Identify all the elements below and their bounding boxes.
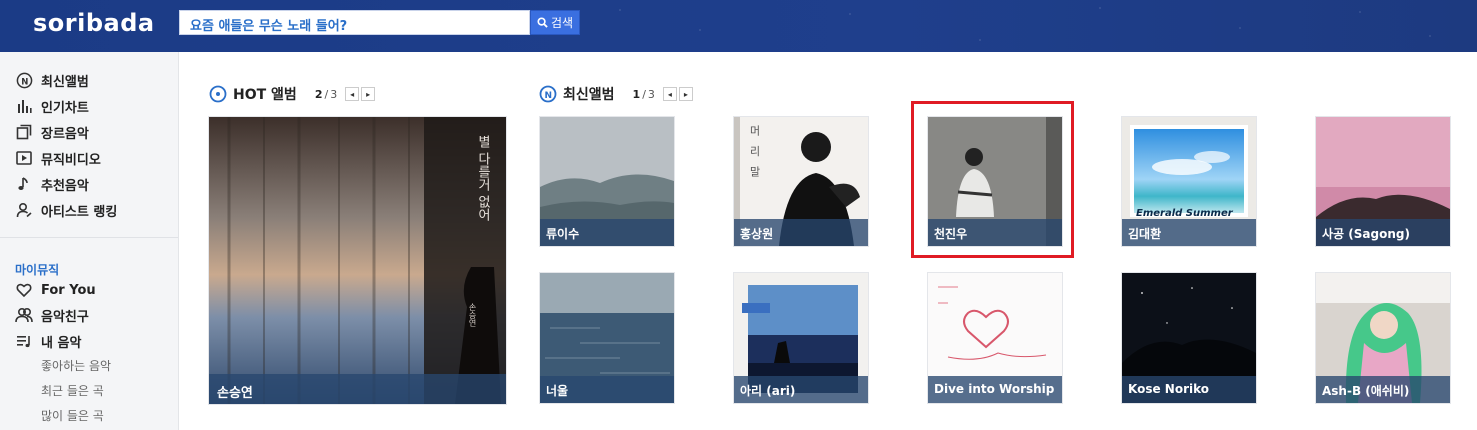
sidebar-item-artist-ranking[interactable]: 아티스트 랭킹 [15, 200, 117, 220]
mymusic-title: 마이뮤직 [15, 263, 60, 277]
hot-album-pager: 2 / 3 ◂ ▸ [314, 87, 376, 101]
sidebar-item-label: 장르음악 [41, 126, 89, 142]
album-artist-label: Ash-B (애쉬비) [1316, 376, 1450, 403]
svg-text:N: N [545, 91, 553, 101]
album-card[interactable]: 너울 [540, 273, 674, 403]
heart-icon [15, 281, 33, 299]
genre-icon [15, 123, 33, 141]
new-album-header: N 최신앨범 1 / 3 ◂ ▸ [539, 84, 693, 104]
search-button-label: 검색 [550, 16, 574, 30]
album-card[interactable]: Dive into Worship [928, 273, 1062, 403]
pager-current: 1 [632, 87, 641, 101]
album-artist-label: 손승연 [209, 374, 506, 404]
sidebar-sub-recent[interactable]: 최근 들은 곡 [41, 382, 104, 399]
artist-icon [15, 201, 33, 219]
sidebar-item-new-albums[interactable]: N 최신앨범 [15, 70, 89, 90]
search-input[interactable]: 요즘 애들은 무슨 노래 들어? [179, 10, 530, 35]
chart-icon [15, 97, 33, 115]
cover-text: Emerald Summer [1136, 208, 1233, 219]
cover-text: 별 다를거 없어 [475, 135, 490, 222]
soribada-logo[interactable]: soribada [33, 9, 155, 37]
pager-total: 3 [647, 87, 655, 101]
cover-credit: 손승연 [468, 303, 477, 327]
pager-current: 2 [314, 87, 323, 101]
album-artist-label: 아리 (ari) [734, 376, 868, 403]
album-artist-label: 류이수 [540, 219, 674, 246]
sidebar-item-music-video[interactable]: 뮤직비디오 [15, 148, 101, 168]
sidebar-item-chart[interactable]: 인기차트 [15, 96, 89, 116]
sidebar-item-label: 아티스트 랭킹 [41, 204, 118, 220]
pager-prev-button[interactable]: ◂ [345, 87, 360, 101]
pager-sep: / [324, 87, 329, 101]
playlist-icon [15, 332, 33, 350]
cover-text: 머 리 말 [748, 125, 761, 180]
album-card[interactable]: 아리 (ari) [734, 273, 868, 403]
album-artist-label: 사공 (Sagong) [1316, 219, 1450, 246]
album-card[interactable]: Ash-B (애쉬비) [1316, 273, 1450, 403]
sidebar-item-label: 최신앨범 [41, 74, 89, 90]
sidebar-sub-most-played[interactable]: 많이 들은 곡 [41, 407, 104, 424]
sidebar: N 최신앨범 인기차트 장르음악 뮤직비디오 추천음악 아티스트 랭킹 마이뮤직 [0, 52, 179, 430]
friends-icon [15, 306, 33, 324]
sidebar-item-recommend[interactable]: 추천음악 [15, 174, 89, 194]
highlight-box [911, 101, 1074, 258]
hot-album-icon [209, 85, 227, 103]
pager-next-button[interactable]: ▸ [678, 87, 693, 101]
album-card[interactable]: Emerald Summer 김대환 [1122, 117, 1256, 246]
sidebar-item-label: 음악친구 [41, 309, 89, 325]
album-cover [209, 117, 506, 404]
album-artist-label: 너울 [540, 376, 674, 403]
album-card[interactable]: 머 리 말 홍상원 [734, 117, 868, 246]
pager-sep: / [642, 87, 646, 101]
sidebar-item-label: 추천음악 [41, 178, 89, 194]
album-artist-label: 김대환 [1122, 219, 1256, 246]
new-album-icon: N [539, 85, 557, 103]
album-card[interactable]: 류이수 [540, 117, 674, 246]
new-album-pager: 1 / 3 ◂ ▸ [633, 87, 693, 101]
pager-prev-button[interactable]: ◂ [662, 87, 677, 101]
sidebar-item-my-music[interactable]: 내 음악 [15, 331, 81, 351]
new-album-icon: N [15, 71, 33, 89]
hot-album-title: HOT 앨범 [233, 87, 297, 103]
pager-total: 3 [330, 87, 338, 101]
svg-text:N: N [21, 77, 28, 87]
sidebar-item-label: 뮤직비디오 [41, 152, 101, 168]
hot-album-card[interactable]: 별 다를거 없어 손승연 손승연 [209, 117, 506, 404]
music-note-icon [15, 175, 33, 193]
sidebar-item-label: 인기차트 [41, 100, 89, 116]
sidebar-item-label: 내 음악 [41, 335, 82, 351]
pager-next-button[interactable]: ▸ [361, 87, 376, 101]
sidebar-sub-liked[interactable]: 좋아하는 음악 [41, 357, 111, 374]
sidebar-divider [0, 237, 178, 238]
new-album-title: 최신앨범 [563, 87, 615, 103]
album-artist-label: 홍상원 [734, 219, 868, 246]
album-artist-label: Kose Noriko [1122, 376, 1256, 403]
sidebar-item-music-friends[interactable]: 음악친구 [15, 305, 89, 325]
sidebar-item-label: For You [41, 282, 96, 298]
video-icon [15, 149, 33, 167]
sidebar-item-for-you[interactable]: For You [15, 280, 96, 300]
top-header: soribada 요즘 애들은 무슨 노래 들어? 검색 [0, 0, 1477, 52]
search-icon [537, 17, 548, 28]
hot-album-header: HOT 앨범 2 / 3 ◂ ▸ [209, 84, 376, 104]
search-button[interactable]: 검색 [530, 10, 580, 35]
album-card[interactable]: Kose Noriko [1122, 273, 1256, 403]
sidebar-item-genre[interactable]: 장르음악 [15, 122, 89, 142]
album-artist-label: Dive into Worship [928, 376, 1062, 403]
album-card[interactable]: 사공 (Sagong) [1316, 117, 1450, 246]
